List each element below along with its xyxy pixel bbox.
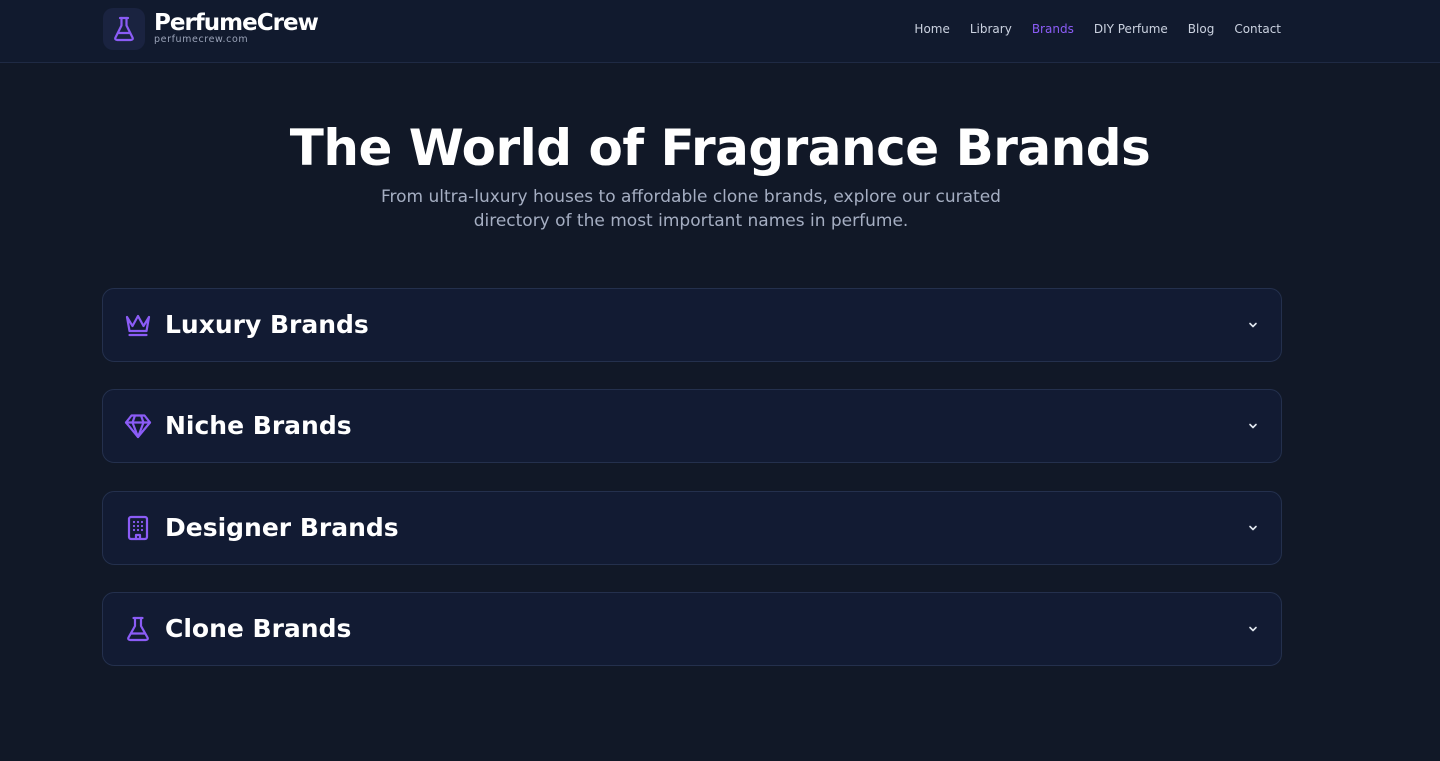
nav-brands[interactable]: Brands <box>1032 20 1074 38</box>
accordion-title: Clone Brands <box>165 614 352 643</box>
accordion-niche-brands[interactable]: Niche Brands <box>102 389 1282 463</box>
accordion-title: Designer Brands <box>165 513 399 542</box>
nav-blog[interactable]: Blog <box>1188 20 1215 38</box>
accordion-title: Luxury Brands <box>165 310 369 339</box>
logo-badge <box>103 8 145 50</box>
logo[interactable]: PerfumeCrew perfumecrew.com <box>103 8 319 50</box>
brand-name: PerfumeCrew <box>154 9 319 36</box>
flask-icon <box>114 16 134 42</box>
crown-icon <box>125 314 151 337</box>
chevron-down-icon <box>1249 322 1257 328</box>
nav-diy-perfume[interactable]: DIY Perfume <box>1094 20 1168 38</box>
nav-contact[interactable]: Contact <box>1234 20 1281 38</box>
gem-icon <box>124 414 152 439</box>
accordion-luxury-brands[interactable]: Luxury Brands <box>102 288 1282 362</box>
page-subtitle: From ultra-luxury houses to affordable c… <box>381 187 1001 231</box>
chevron-down-icon <box>1249 525 1257 531</box>
nav-library[interactable]: Library <box>970 20 1012 38</box>
chevron-down-icon <box>1249 423 1257 429</box>
accordion-title: Niche Brands <box>165 411 352 440</box>
flask-icon <box>127 616 149 642</box>
brand-domain: perfumecrew.com <box>154 33 249 45</box>
main-nav: Home Library Brands DIY Perfume Blog Con… <box>894 20 1281 38</box>
site-header: PerfumeCrew perfumecrew.com Home Library… <box>0 0 1440 63</box>
accordion-designer-brands[interactable]: Designer Brands <box>102 491 1282 565</box>
page-title: The World of Fragrance Brands <box>289 119 1151 177</box>
nav-home[interactable]: Home <box>914 20 949 38</box>
logo-text: PerfumeCrew perfumecrew.com <box>154 9 319 45</box>
building-icon <box>127 515 149 541</box>
chevron-down-icon <box>1249 626 1257 632</box>
accordion-clone-brands[interactable]: Clone Brands <box>102 592 1282 666</box>
